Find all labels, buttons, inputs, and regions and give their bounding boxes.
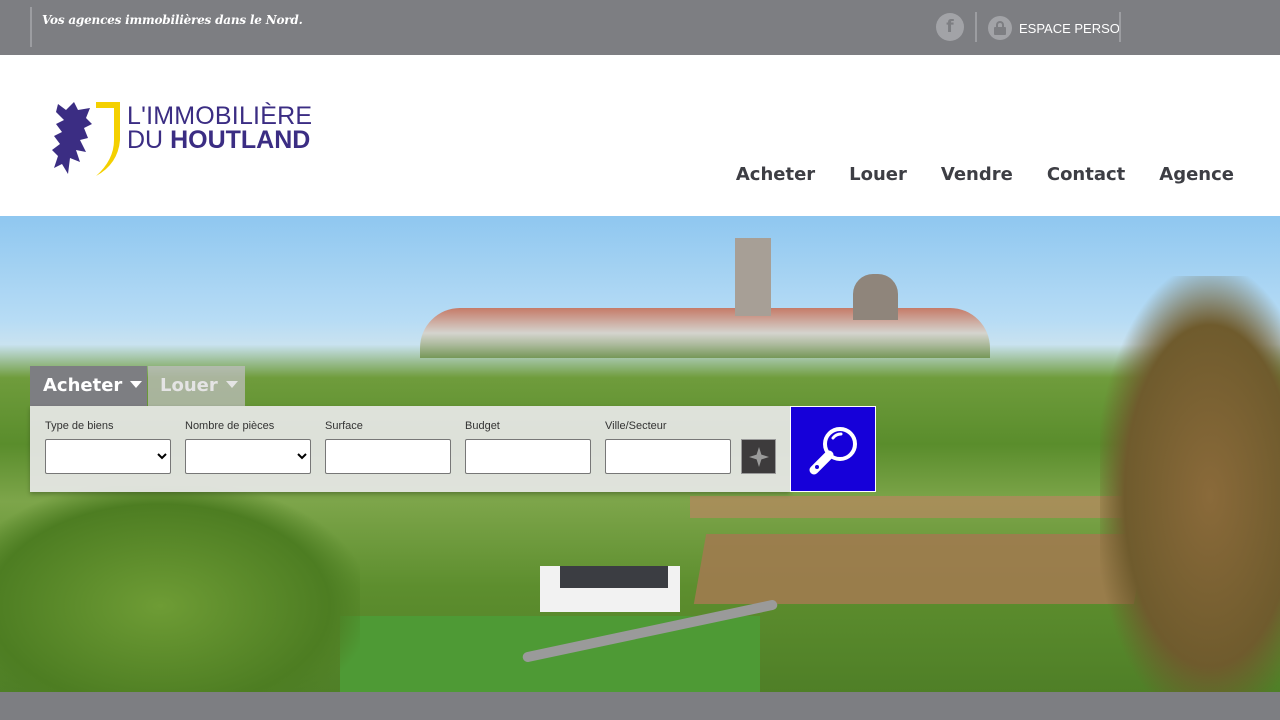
tab-acheter[interactable]: Acheter	[30, 366, 147, 406]
surface-input[interactable]	[325, 439, 451, 474]
nav-vendre[interactable]: Vendre	[941, 164, 1013, 185]
hero-trees	[0, 486, 360, 692]
lock-icon	[988, 16, 1012, 40]
pieces-field-group: Nombre de pièces	[185, 420, 311, 474]
logo-text-line2: DU HOUTLAND	[127, 126, 310, 155]
site-header: L'IMMOBILIÈRE DU HOUTLAND Acheter Louer …	[0, 55, 1280, 216]
footer-strip	[0, 692, 1280, 720]
search-panel: Type de biens Nombre de pièces Surface B…	[30, 406, 790, 492]
hero-house-roof	[560, 566, 668, 588]
type-label: Type de biens	[45, 420, 114, 432]
tagline: Vos agences immobilières dans le Nord.	[42, 13, 303, 27]
logo-text-du: DU	[127, 126, 171, 154]
surface-field-group: Surface	[325, 420, 451, 474]
caret-down-icon	[130, 380, 143, 388]
pieces-label: Nombre de pièces	[185, 420, 275, 432]
nav-acheter[interactable]: Acheter	[736, 164, 815, 185]
facebook-icon[interactable]: f	[936, 13, 964, 41]
tab-louer[interactable]: Louer	[148, 366, 245, 406]
espace-perso-link[interactable]: ESPACE PERSO	[988, 15, 1120, 41]
top-bar-divider	[1119, 12, 1121, 42]
ville-field-group: Ville/Secteur	[605, 420, 731, 474]
nav-contact[interactable]: Contact	[1047, 164, 1125, 185]
tab-acheter-label: Acheter	[43, 375, 123, 396]
top-bar-divider	[30, 7, 32, 47]
compass-star-icon[interactable]	[741, 439, 776, 474]
main-nav: Acheter Louer Vendre Contact Agence	[736, 164, 1234, 185]
hero-trees	[1100, 276, 1280, 692]
hero-field	[690, 496, 1160, 518]
logo-text-houtland: HOUTLAND	[170, 126, 311, 154]
espace-perso-label: ESPACE PERSO	[1019, 20, 1120, 36]
hero-church-dome	[853, 274, 898, 320]
top-bar-divider	[975, 12, 977, 42]
pieces-select[interactable]	[185, 439, 311, 474]
hero-church-tower	[735, 238, 771, 316]
top-bar: Vos agences immobilières dans le Nord. f…	[0, 0, 1280, 55]
site-logo[interactable]: L'IMMOBILIÈRE DU HOUTLAND	[52, 100, 322, 178]
hero-field	[693, 534, 1147, 604]
hero-village	[420, 308, 990, 358]
nav-louer[interactable]: Louer	[849, 164, 907, 185]
type-field-group: Type de biens	[45, 420, 171, 474]
nav-agence[interactable]: Agence	[1159, 164, 1234, 185]
tab-louer-label: Louer	[160, 375, 218, 396]
ville-input[interactable]	[605, 439, 731, 474]
caret-down-icon	[225, 380, 238, 388]
type-select[interactable]	[45, 439, 171, 474]
ville-label: Ville/Secteur	[605, 420, 667, 432]
lion-shield-icon	[52, 102, 120, 176]
budget-input[interactable]	[465, 439, 591, 474]
search-button[interactable]	[790, 406, 876, 492]
magnifier-icon	[809, 427, 857, 475]
budget-field-group: Budget	[465, 420, 591, 474]
budget-label: Budget	[465, 420, 500, 432]
surface-label: Surface	[325, 420, 363, 432]
